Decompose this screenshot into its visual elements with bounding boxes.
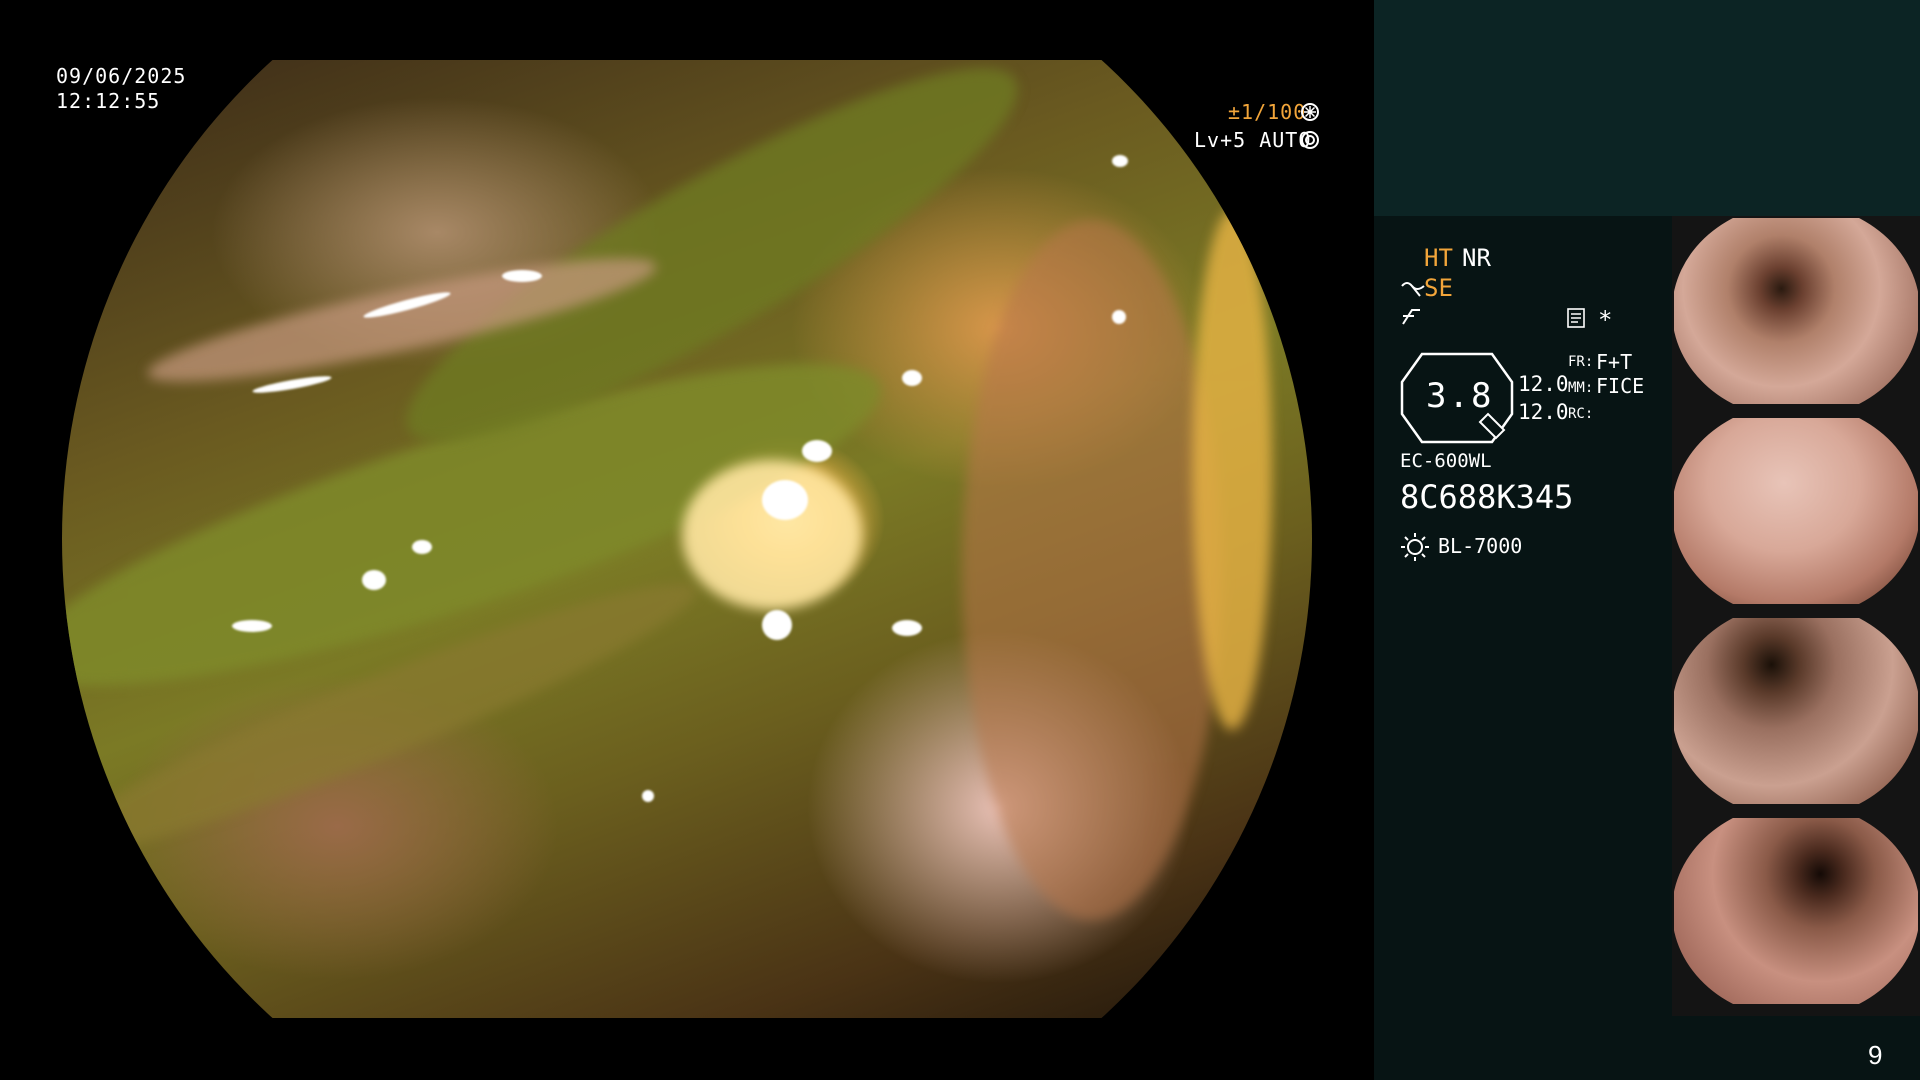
rc-label: RC: — [1568, 406, 1594, 422]
f-curve-icon — [1402, 309, 1420, 325]
thumbnail-3[interactable] — [1672, 616, 1920, 816]
value-1: 12.0 — [1518, 372, 1569, 396]
mm-value: FICE — [1596, 374, 1645, 398]
value-2: 12.0 — [1518, 400, 1569, 424]
level-auto-text: Lv+5 AUTO — [1194, 128, 1312, 152]
light-source: BL-7000 — [1438, 534, 1523, 558]
fr-value: F+T — [1596, 350, 1633, 374]
iris-icon — [1301, 131, 1319, 149]
zoom-value: 3.8 — [1426, 376, 1494, 416]
serial-number: 8C688K345 — [1400, 478, 1574, 516]
mm-label: MM: — [1568, 380, 1594, 396]
scope-model: EC-600WL — [1400, 450, 1492, 472]
aperture-icon — [1301, 103, 1319, 121]
star-mark: * — [1598, 306, 1613, 334]
endoscope-view — [62, 60, 1312, 1018]
nr-label: NR — [1462, 244, 1491, 272]
se-label: SE — [1424, 274, 1453, 302]
ht-label: HT — [1424, 244, 1453, 272]
document-icon — [1567, 308, 1585, 328]
thumbnail-1[interactable] — [1672, 216, 1920, 416]
panel-header-area — [1374, 0, 1920, 216]
sun-icon — [1401, 533, 1429, 561]
date-text: 09/06/2025 — [56, 64, 187, 88]
page-number: 9 — [1868, 1040, 1883, 1070]
fr-label: FR: — [1568, 354, 1594, 370]
tilde-arrow-icon — [1401, 282, 1425, 297]
thumbnail-2[interactable] — [1672, 416, 1920, 616]
thumbnail-4[interactable] — [1672, 816, 1920, 1016]
shutter-text: ±1/100 — [1228, 100, 1307, 124]
time-text: 12:12:55 — [56, 89, 161, 113]
